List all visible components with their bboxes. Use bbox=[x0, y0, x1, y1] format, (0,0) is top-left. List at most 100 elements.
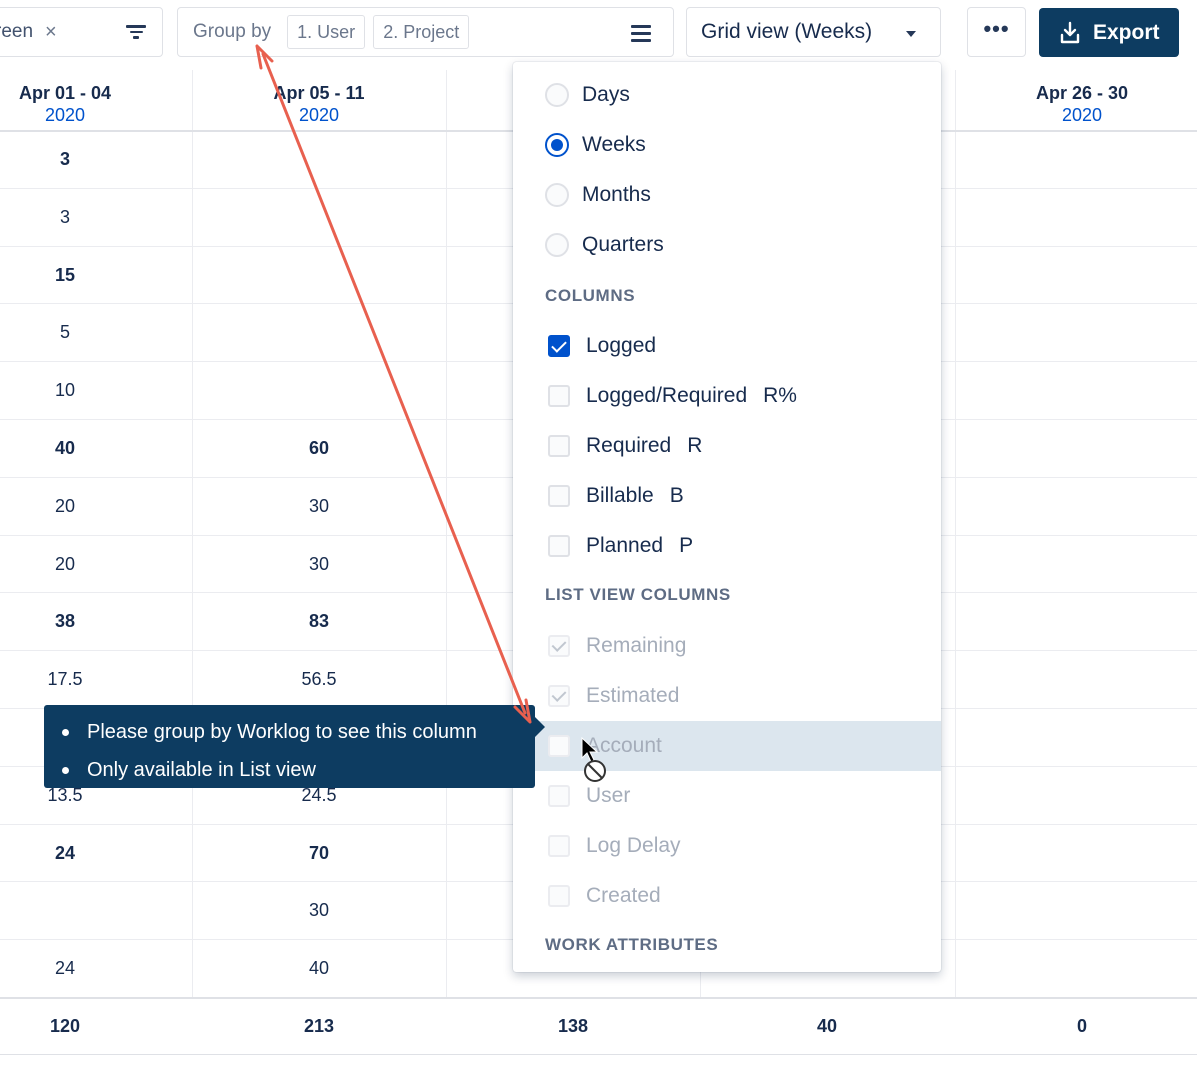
close-icon[interactable]: × bbox=[45, 21, 57, 44]
column-range: Apr 26 - 30 bbox=[1035, 83, 1129, 103]
list-view-option-2[interactable]: Account bbox=[513, 721, 941, 771]
period-option-months[interactable]: Months bbox=[513, 170, 941, 220]
view-select-value: Grid view (Weeks) bbox=[701, 20, 873, 43]
list-view-option-label: Account bbox=[586, 734, 662, 757]
checkbox[interactable] bbox=[548, 335, 570, 357]
list-view-option-label: User bbox=[586, 784, 631, 807]
column-option-label: Required R bbox=[586, 434, 703, 457]
column-year: 2020 bbox=[1061, 105, 1103, 125]
period-option-label: Months bbox=[582, 183, 651, 206]
view-options-menu: Days Weeks Months Quarters COLUMNS Logged Logg… bbox=[513, 62, 941, 972]
more-button[interactable]: ••• bbox=[967, 7, 1026, 57]
column-short-code: B bbox=[669, 484, 684, 507]
checkbox[interactable] bbox=[548, 435, 570, 457]
checkbox[interactable] bbox=[548, 635, 570, 657]
column-option-label: Billable B bbox=[586, 484, 684, 507]
total-cell: 40 bbox=[816, 1016, 838, 1036]
checkbox[interactable] bbox=[548, 835, 570, 857]
total-cell: 138 bbox=[557, 1016, 589, 1036]
list-view-option-1[interactable]: Estimated bbox=[513, 671, 941, 721]
column-option-label: Logged bbox=[586, 334, 657, 357]
list-view-columns-heading: LIST VIEW COLUMNS bbox=[545, 585, 731, 604]
list-view-option-label: Remaining bbox=[586, 634, 687, 657]
column-option-label: Logged/Required R% bbox=[586, 384, 797, 407]
row-divider bbox=[0, 1054, 1197, 1055]
period-option-days[interactable]: Days bbox=[513, 70, 941, 120]
grid-cell: 17.5 bbox=[47, 669, 83, 690]
column-option-4[interactable]: Planned P bbox=[513, 521, 941, 571]
checkbox[interactable] bbox=[548, 785, 570, 807]
column-year: 2020 bbox=[44, 105, 86, 125]
column-divider bbox=[446, 70, 447, 997]
download-icon bbox=[1060, 21, 1080, 43]
list-view-option-3[interactable]: User bbox=[513, 771, 941, 821]
grid-cell: 5 bbox=[59, 322, 70, 343]
column-range: Apr 01 - 04 bbox=[18, 83, 112, 103]
total-cell: 0 bbox=[1076, 1016, 1087, 1036]
view-select[interactable]: Grid view (Weeks) bbox=[686, 7, 941, 57]
group-chip-project[interactable]: 2. Project bbox=[373, 15, 470, 49]
radio-button[interactable] bbox=[545, 233, 569, 257]
checkbox[interactable] bbox=[548, 535, 570, 557]
grid-cell: 56.5 bbox=[301, 669, 337, 690]
column-short-code: R% bbox=[763, 384, 797, 407]
grid-cell: 40 bbox=[308, 958, 330, 979]
column-short-code: R bbox=[687, 434, 703, 457]
total-cell: 213 bbox=[303, 1016, 335, 1036]
tooltip-line: Please group by Worklog to see this colu… bbox=[62, 713, 535, 751]
list-view-option-label: Estimated bbox=[586, 684, 680, 707]
column-option-2[interactable]: Required R bbox=[513, 421, 941, 471]
column-option-3[interactable]: Billable B bbox=[513, 471, 941, 521]
column-option-0[interactable]: Logged bbox=[513, 321, 941, 371]
list-view-option-0[interactable]: Remaining bbox=[513, 621, 941, 671]
grid-cell: 10 bbox=[54, 380, 76, 401]
export-label: Export bbox=[1093, 20, 1160, 44]
column-divider bbox=[955, 70, 956, 997]
more-icon: ••• bbox=[983, 16, 1010, 41]
grid-cell: 15 bbox=[54, 264, 76, 285]
list-view-option-label: Created bbox=[586, 884, 661, 907]
period-option-label: Weeks bbox=[582, 133, 646, 156]
filter-icon[interactable] bbox=[126, 25, 146, 41]
checkbox[interactable] bbox=[548, 485, 570, 507]
grid-cell: 24 bbox=[54, 958, 76, 979]
checkbox[interactable] bbox=[548, 685, 570, 707]
period-option-quarters[interactable]: Quarters bbox=[513, 220, 941, 270]
grid-cell: 30 bbox=[308, 495, 330, 516]
radio-button[interactable] bbox=[545, 183, 569, 207]
period-option-label: Quarters bbox=[582, 233, 664, 256]
column-header: Apr 26 - 30 2020 bbox=[955, 70, 1197, 130]
hamburger-icon[interactable] bbox=[631, 25, 651, 46]
period-option-weeks[interactable]: Weeks bbox=[513, 120, 941, 170]
list-view-option-4[interactable]: Log Delay bbox=[513, 821, 941, 871]
grid-cell: 70 bbox=[308, 842, 330, 863]
caret-down-icon bbox=[906, 31, 916, 37]
disabled-column-tooltip: Please group by Worklog to see this colu… bbox=[44, 705, 545, 788]
radio-button[interactable] bbox=[545, 83, 569, 107]
filter-chip[interactable]: reen × bbox=[0, 7, 163, 57]
work-attributes-heading: WORK ATTRIBUTES bbox=[545, 935, 719, 954]
list-view-option-5[interactable]: Created bbox=[513, 871, 941, 921]
row-divider bbox=[0, 997, 1197, 999]
column-header: Apr 01 - 04 2020 bbox=[0, 70, 192, 130]
checkbox[interactable] bbox=[548, 735, 570, 757]
group-by-label: Group by bbox=[193, 21, 272, 42]
checkbox[interactable] bbox=[548, 385, 570, 407]
grid-cell: 83 bbox=[308, 611, 330, 632]
grid-cell: 3 bbox=[59, 206, 70, 227]
grid-cell: 40 bbox=[54, 438, 76, 458]
column-year: 2020 bbox=[298, 105, 340, 125]
grid-cell: 24 bbox=[54, 842, 76, 863]
radio-button[interactable] bbox=[545, 133, 569, 157]
group-chip-user[interactable]: 1. User bbox=[287, 15, 366, 49]
export-button[interactable]: Export bbox=[1039, 8, 1179, 57]
filter-chip-label: reen bbox=[0, 21, 34, 42]
column-option-1[interactable]: Logged/Required R% bbox=[513, 371, 941, 421]
checkbox[interactable] bbox=[548, 885, 570, 907]
group-by-control[interactable]: Group by 1. User 2. Project bbox=[177, 7, 674, 57]
total-cell: 120 bbox=[49, 1016, 81, 1036]
period-option-label: Days bbox=[582, 83, 630, 106]
grid-cell: 38 bbox=[54, 611, 76, 632]
grid-cell: 20 bbox=[54, 553, 76, 574]
grid-cell: 30 bbox=[308, 553, 330, 574]
